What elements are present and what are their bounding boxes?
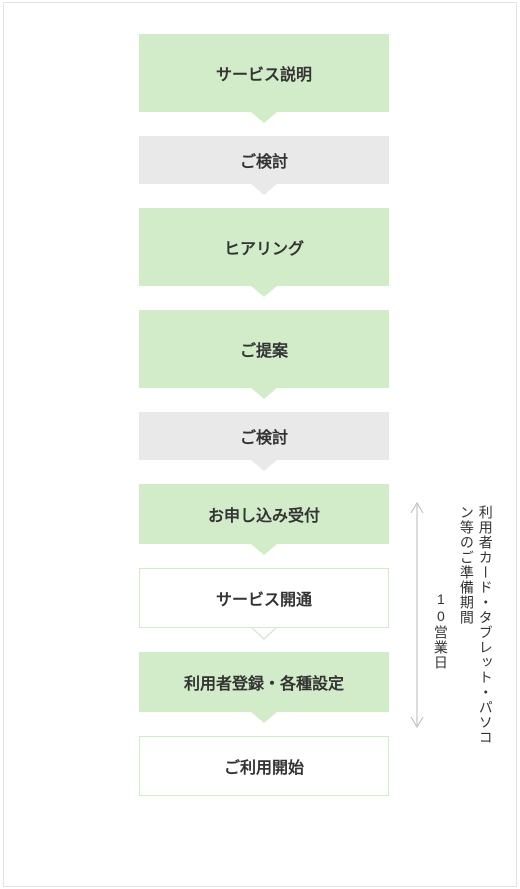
chevron-down-icon: [251, 712, 277, 723]
annotation-days: 10営業日: [431, 591, 450, 670]
step-label: お申し込み受付: [208, 502, 320, 526]
chevron-down-icon: [251, 388, 277, 399]
step-label: ご検討: [240, 424, 288, 448]
diagram-frame: サービス説明 ご検討 ヒアリング ご提案 ご検討 お申し込み: [3, 2, 517, 887]
step-user-registration: 利用者登録・各種設定: [139, 652, 389, 712]
flow-connector: [139, 388, 389, 412]
flow-connector: [139, 112, 389, 136]
step-proposal: ご提案: [139, 310, 389, 388]
step-start-use: ご利用開始: [139, 736, 389, 796]
chevron-down-icon: [253, 628, 275, 638]
step-service-open: サービス開通: [139, 568, 389, 628]
flow-connector: [139, 544, 389, 568]
chevron-down-icon: [251, 184, 277, 195]
step-application: お申し込み受付: [139, 484, 389, 544]
flow-connector: [139, 712, 389, 736]
flow-connector: [139, 184, 389, 208]
step-label: サービス説明: [216, 61, 312, 85]
step-consideration-2: ご検討: [139, 412, 389, 460]
chevron-down-icon: [251, 460, 277, 471]
step-label: ヒアリング: [224, 235, 304, 259]
chevron-down-icon: [251, 112, 277, 123]
side-annotation: 10営業日 利用者カード・タブレット・パソコン等のご準備期間: [407, 499, 517, 764]
step-service-description: サービス説明: [139, 34, 389, 112]
step-label: サービス開通: [216, 586, 312, 610]
process-flow: サービス説明 ご検討 ヒアリング ご提案 ご検討 お申し込み: [139, 34, 389, 796]
flow-connector: [139, 460, 389, 484]
step-label: ご提案: [240, 337, 288, 361]
step-consideration-1: ご検討: [139, 136, 389, 184]
double-arrow-icon: [407, 499, 427, 731]
flow-connector: [139, 286, 389, 310]
chevron-down-icon: [251, 544, 277, 555]
annotation-note: 利用者カード・タブレット・パソコン等のご準備期間: [457, 505, 495, 757]
flow-connector: [139, 628, 389, 652]
step-label: ご利用開始: [224, 754, 304, 778]
chevron-down-icon: [251, 286, 277, 297]
step-label: 利用者登録・各種設定: [184, 670, 344, 694]
step-hearing: ヒアリング: [139, 208, 389, 286]
step-label: ご検討: [240, 148, 288, 172]
